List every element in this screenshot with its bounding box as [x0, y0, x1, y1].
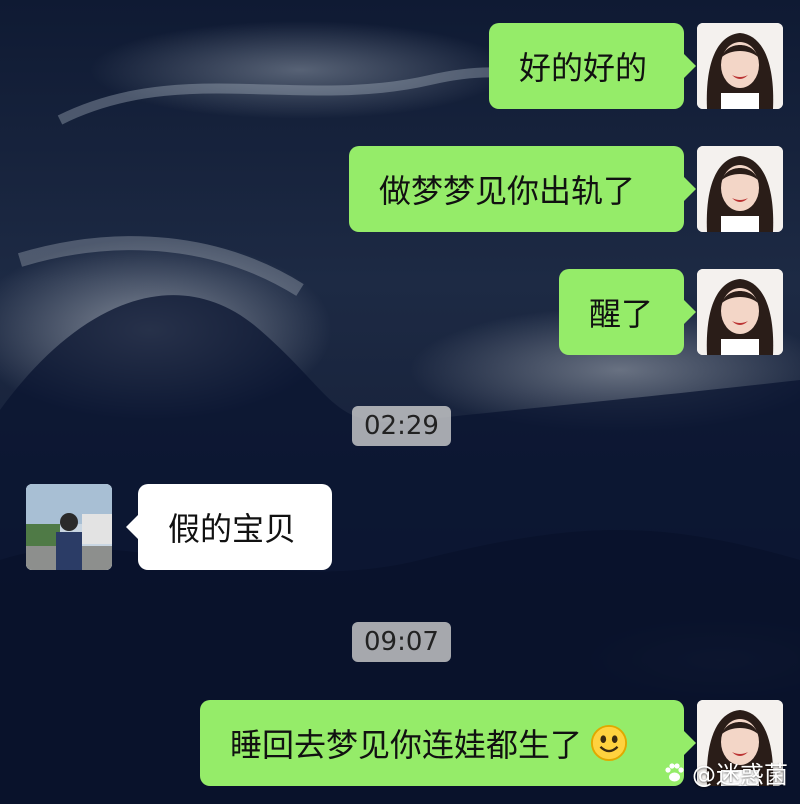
chat-timestamp: 09:07: [352, 622, 451, 662]
chat-message-outgoing: 做梦梦见你出轨了: [349, 146, 696, 232]
message-text: 做梦梦见你出轨了: [379, 172, 636, 210]
message-text: 醒了: [589, 295, 654, 333]
smile-emoji-icon: [590, 724, 628, 762]
watermark-text: @迷惑菌: [692, 761, 788, 789]
self-avatar[interactable]: [697, 146, 783, 232]
watermark: @迷惑菌: [662, 755, 788, 790]
chat-message-outgoing: 睡回去梦见你连娃都生了: [200, 700, 696, 786]
contact-avatar[interactable]: [26, 484, 112, 570]
avatar-girl-icon: [697, 23, 783, 109]
avatar-girl-icon: [697, 269, 783, 355]
self-avatar[interactable]: [697, 23, 783, 109]
message-text: 睡回去梦见你连娃都生了: [230, 726, 583, 764]
paw-icon: [665, 762, 684, 781]
message-text: 假的宝贝: [168, 510, 297, 548]
message-bubble[interactable]: 好的好的: [489, 23, 696, 109]
message-bubble[interactable]: 醒了: [559, 269, 696, 355]
avatar-girl-icon: [697, 146, 783, 232]
chat-message-outgoing: 醒了: [559, 269, 696, 355]
message-bubble[interactable]: 睡回去梦见你连娃都生了: [200, 700, 696, 786]
ocean-background: [0, 67, 800, 804]
chat-timestamp: 02:29: [352, 406, 451, 446]
avatar-man-icon: [26, 484, 112, 570]
chat-message-incoming: 假的宝贝: [126, 484, 332, 570]
self-avatar[interactable]: [697, 269, 783, 355]
message-text: 好的好的: [519, 49, 648, 87]
chat-message-outgoing: 好的好的: [489, 23, 696, 109]
message-bubble[interactable]: 假的宝贝: [126, 484, 332, 570]
message-bubble[interactable]: 做梦梦见你出轨了: [349, 146, 696, 232]
